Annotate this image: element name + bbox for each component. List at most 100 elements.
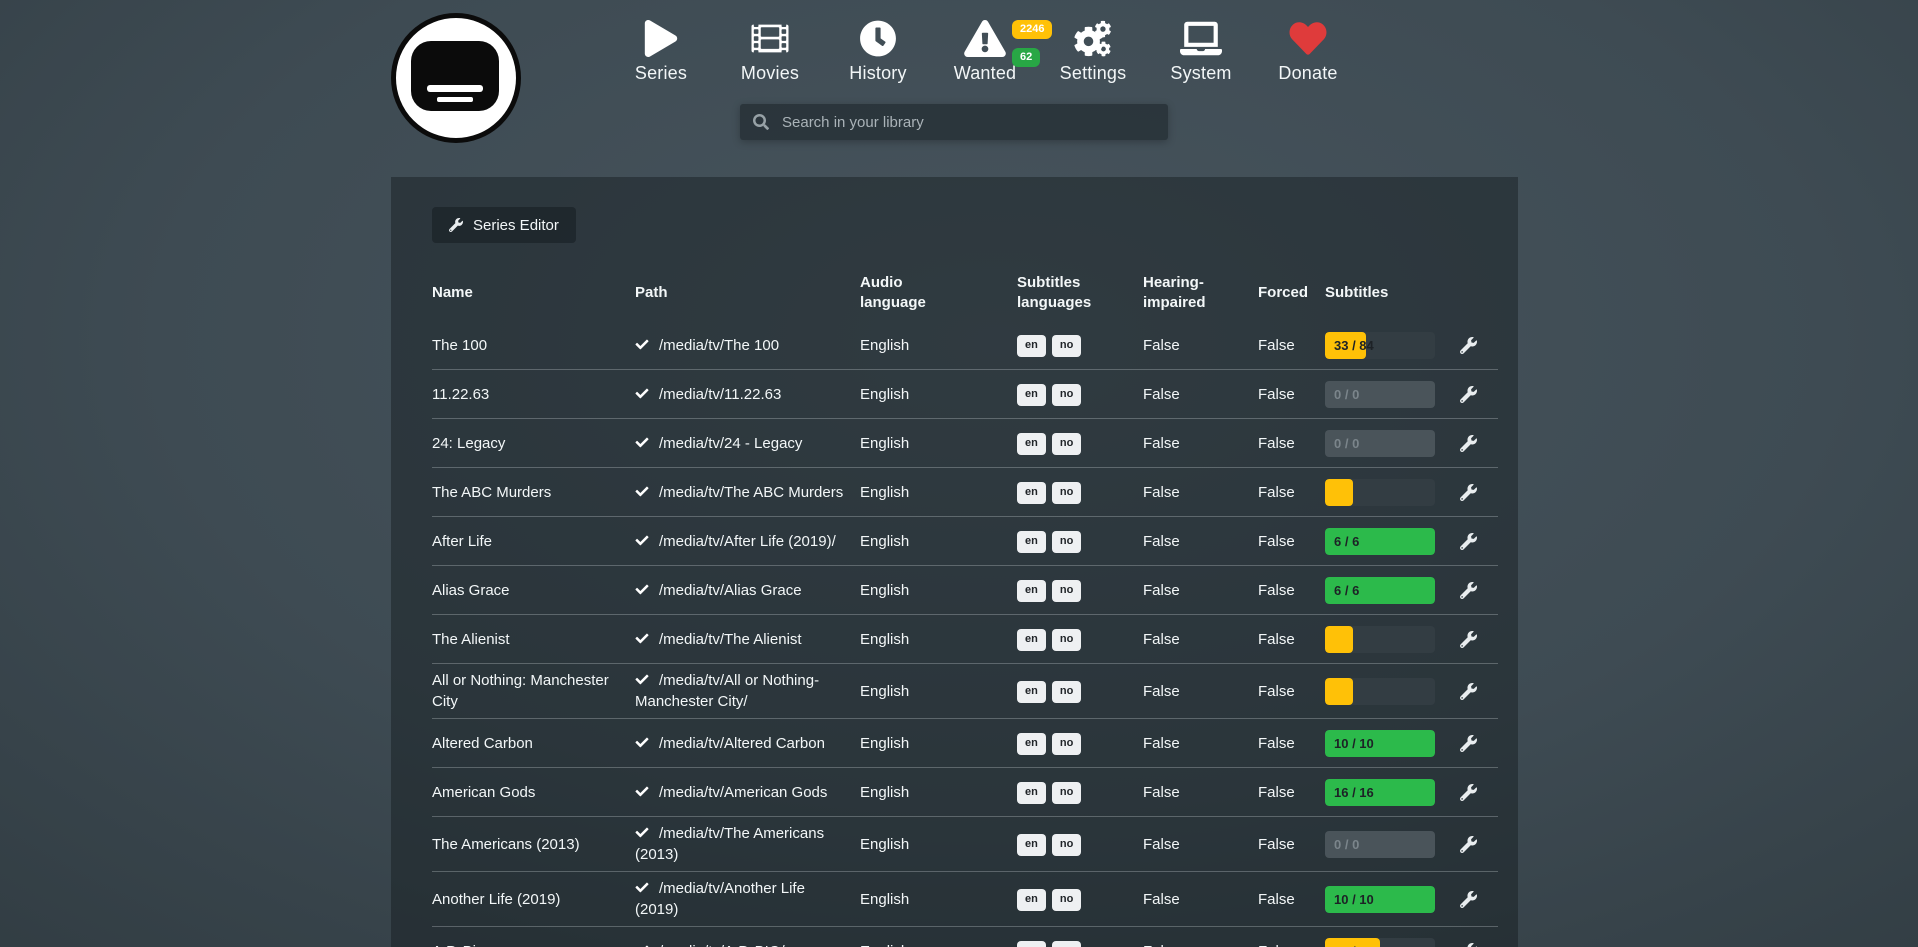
check-icon <box>635 736 649 749</box>
language-badge: no <box>1052 889 1081 910</box>
progress-label: 0 / 0 <box>1334 381 1359 408</box>
series-panel: Series Editor NamePathAudio languageSubt… <box>391 177 1518 947</box>
table-body: The 100 /media/tv/The 100 English enno F… <box>432 321 1498 947</box>
forced-value: False <box>1258 384 1325 405</box>
series-name[interactable]: All or Nothing: Manchester City <box>432 670 635 712</box>
hearing-impaired-value: False <box>1143 629 1258 650</box>
subtitles-progress-bar: 0 / 0 <box>1325 430 1435 457</box>
wrench-icon[interactable] <box>1460 386 1477 403</box>
nav-item-series[interactable]: Series <box>609 14 713 84</box>
subtitles-progress-bar: 10 / 10 <box>1325 886 1435 913</box>
language-badge: no <box>1052 629 1081 650</box>
subtitles-languages: enno <box>1017 431 1143 454</box>
nav-item-donate[interactable]: Donate <box>1256 14 1360 84</box>
forced-value: False <box>1258 681 1325 702</box>
language-badge: en <box>1017 580 1046 601</box>
wrench-icon[interactable] <box>1460 533 1477 550</box>
language-badge: en <box>1017 834 1046 855</box>
series-name[interactable]: 24: Legacy <box>432 433 635 454</box>
series-name[interactable]: American Gods <box>432 782 635 803</box>
progress-label: 10 / 10 <box>1334 886 1374 913</box>
nav-item-movies[interactable]: Movies <box>718 14 822 84</box>
table-row: The Americans (2013) /media/tv/The Ameri… <box>432 817 1498 872</box>
wrench-icon[interactable] <box>1460 631 1477 648</box>
language-badge: no <box>1052 482 1081 503</box>
nav-item-system[interactable]: System <box>1149 14 1253 84</box>
progress-label: 10 / 10 <box>1334 730 1374 757</box>
language-badge: en <box>1017 531 1046 552</box>
progress-label: 6 / 6 <box>1334 577 1359 604</box>
series-path: /media/tv/After Life (2019)/ <box>635 531 860 552</box>
bazarr-logo[interactable] <box>391 13 521 143</box>
logo-subtitle-line <box>437 97 473 102</box>
series-editor-button[interactable]: Series Editor <box>432 207 576 243</box>
wrench-icon[interactable] <box>1460 683 1477 700</box>
wrench-icon[interactable] <box>1460 784 1477 801</box>
check-icon <box>635 881 649 894</box>
hearing-impaired-value: False <box>1143 889 1258 910</box>
wrench-icon[interactable] <box>1460 943 1477 947</box>
subtitles-languages: enno <box>1017 887 1143 910</box>
progress-label: 0 / 0 <box>1334 430 1359 457</box>
wrench-icon[interactable] <box>1460 735 1477 752</box>
wrench-icon[interactable] <box>1460 836 1477 853</box>
hearing-impaired-value: False <box>1143 681 1258 702</box>
series-name[interactable]: Alias Grace <box>432 580 635 601</box>
wrench-icon[interactable] <box>1460 435 1477 452</box>
subtitles-progress-bar: 10 / 10 <box>1325 730 1435 757</box>
check-icon <box>635 826 649 839</box>
audio-language: English <box>860 384 1017 405</box>
series-name[interactable]: The 100 <box>432 335 635 356</box>
search-input[interactable] <box>780 113 1155 132</box>
audio-language: English <box>860 941 1017 947</box>
series-name[interactable]: 11.22.63 <box>432 384 635 405</box>
check-icon <box>635 436 649 449</box>
forced-value: False <box>1258 580 1325 601</box>
forced-value: False <box>1258 629 1325 650</box>
language-badge: en <box>1017 733 1046 754</box>
check-icon <box>635 632 649 645</box>
progress-label: 6 / 6 <box>1334 528 1359 555</box>
check-icon <box>635 944 649 947</box>
series-path: /media/tv/The 100 <box>635 335 860 356</box>
column-header: Name <box>432 283 635 303</box>
series-name[interactable]: The Americans (2013) <box>432 834 635 855</box>
table-row: 24: Legacy /media/tv/24 - Legacy English… <box>432 419 1498 468</box>
series-name[interactable]: Altered Carbon <box>432 733 635 754</box>
progress-fill <box>1325 626 1353 653</box>
forced-value: False <box>1258 531 1325 552</box>
table-row: Alias Grace /media/tv/Alias Grace Englis… <box>432 566 1498 615</box>
forced-value: False <box>1258 782 1325 803</box>
progress-fill <box>1325 479 1353 506</box>
series-table: NamePathAudio languageSubtitles language… <box>432 265 1498 947</box>
series-name[interactable]: The Alienist <box>432 629 635 650</box>
series-name[interactable]: After Life <box>432 531 635 552</box>
series-name[interactable]: A.P. Bio <box>432 941 635 947</box>
language-badge: no <box>1052 433 1081 454</box>
subtitles-languages: enno <box>1017 529 1143 552</box>
hearing-impaired-value: False <box>1143 433 1258 454</box>
nav-item-history[interactable]: History <box>826 14 930 84</box>
progress-fill <box>1325 678 1353 705</box>
subtitles-languages: enno <box>1017 939 1143 947</box>
table-header: NamePathAudio languageSubtitles language… <box>432 265 1498 321</box>
language-badge: no <box>1052 941 1081 947</box>
clock-icon <box>826 14 930 62</box>
nav-item-wanted[interactable]: Wanted 224662 <box>933 14 1037 84</box>
nav-item-settings[interactable]: Settings <box>1041 14 1145 84</box>
subtitles-progress-bar: 33 / 84 <box>1325 332 1435 359</box>
column-header: Audio language <box>860 273 1017 313</box>
series-name[interactable]: The ABC Murders <box>432 482 635 503</box>
series-name[interactable]: Another Life (2019) <box>432 889 635 910</box>
wrench-icon[interactable] <box>1460 337 1477 354</box>
series-path: /media/tv/The ABC Murders <box>635 482 860 503</box>
hearing-impaired-value: False <box>1143 384 1258 405</box>
table-row: Another Life (2019) /media/tv/Another Li… <box>432 872 1498 927</box>
wrench-icon[interactable] <box>1460 582 1477 599</box>
wrench-icon <box>449 218 463 232</box>
language-badge: en <box>1017 335 1046 356</box>
wrench-icon[interactable] <box>1460 484 1477 501</box>
audio-language: English <box>860 482 1017 503</box>
wrench-icon[interactable] <box>1460 891 1477 908</box>
subtitles-progress-bar: 16 / 16 <box>1325 779 1435 806</box>
